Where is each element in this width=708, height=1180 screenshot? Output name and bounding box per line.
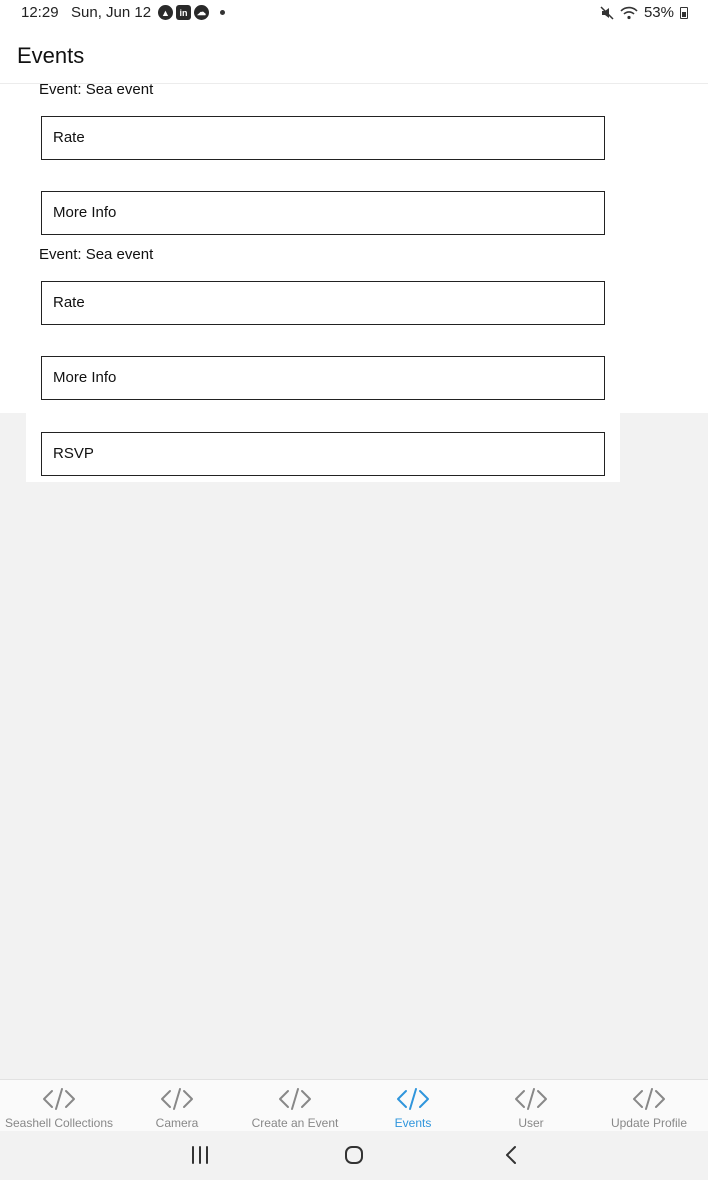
tab-label: Create an Event bbox=[251, 1116, 339, 1130]
system-nav-bar bbox=[0, 1131, 708, 1180]
event-label: Event: Sea event bbox=[39, 81, 154, 98]
code-icon bbox=[515, 1088, 547, 1110]
tab-label: Events bbox=[394, 1116, 432, 1130]
mute-icon bbox=[600, 5, 614, 20]
wifi-icon bbox=[620, 6, 638, 19]
tab-user[interactable]: User bbox=[472, 1080, 590, 1131]
rate-button[interactable]: Rate bbox=[41, 116, 605, 160]
status-bar: 12:29 Sun, Jun 12 ▲ in ☁ 53% bbox=[0, 0, 708, 26]
home-icon[interactable] bbox=[343, 1143, 365, 1167]
tab-label: Camera bbox=[155, 1116, 199, 1130]
rsvp-button[interactable]: RSVP bbox=[41, 432, 605, 476]
code-icon bbox=[279, 1088, 311, 1110]
battery-icon bbox=[680, 6, 688, 19]
tab-label: Update Profile bbox=[610, 1116, 688, 1130]
tab-seashell-collections[interactable]: Seashell Collections bbox=[0, 1080, 118, 1131]
more-info-button[interactable]: More Info bbox=[41, 356, 605, 400]
cloud-icon: ☁ bbox=[194, 5, 209, 20]
status-date: Sun, Jun 12 bbox=[71, 4, 152, 21]
tab-label: Seashell Collections bbox=[4, 1116, 114, 1130]
notification-icons: ▲ in ☁ bbox=[158, 5, 225, 20]
status-time: 12:29 bbox=[21, 4, 59, 21]
more-info-button[interactable]: More Info bbox=[41, 191, 605, 235]
tab-camera[interactable]: Camera bbox=[118, 1080, 236, 1131]
battery-percent: 53% bbox=[643, 4, 674, 21]
more-notifications-dot-icon bbox=[220, 10, 225, 15]
recent-apps-icon[interactable] bbox=[189, 1143, 211, 1167]
app-a-icon: ▲ bbox=[158, 5, 173, 20]
rate-button[interactable]: Rate bbox=[41, 281, 605, 325]
page-title: Events bbox=[17, 43, 85, 68]
tab-create-an-event[interactable]: Create an Event bbox=[236, 1080, 354, 1131]
code-icon bbox=[633, 1088, 665, 1110]
bottom-tab-bar: Seashell Collections Camera Create an Ev… bbox=[0, 1079, 708, 1131]
tab-events[interactable]: Events bbox=[354, 1080, 472, 1131]
event-label: Event: Sea event bbox=[39, 246, 154, 263]
code-icon bbox=[43, 1088, 75, 1110]
tab-label: User bbox=[518, 1116, 544, 1130]
linkedin-icon: in bbox=[176, 5, 191, 20]
code-icon bbox=[397, 1088, 429, 1110]
back-icon[interactable] bbox=[500, 1143, 522, 1167]
status-right: 53% bbox=[600, 4, 688, 21]
app-header: Events bbox=[0, 26, 708, 84]
tab-update-profile[interactable]: Update Profile bbox=[590, 1080, 708, 1131]
code-icon bbox=[161, 1088, 193, 1110]
